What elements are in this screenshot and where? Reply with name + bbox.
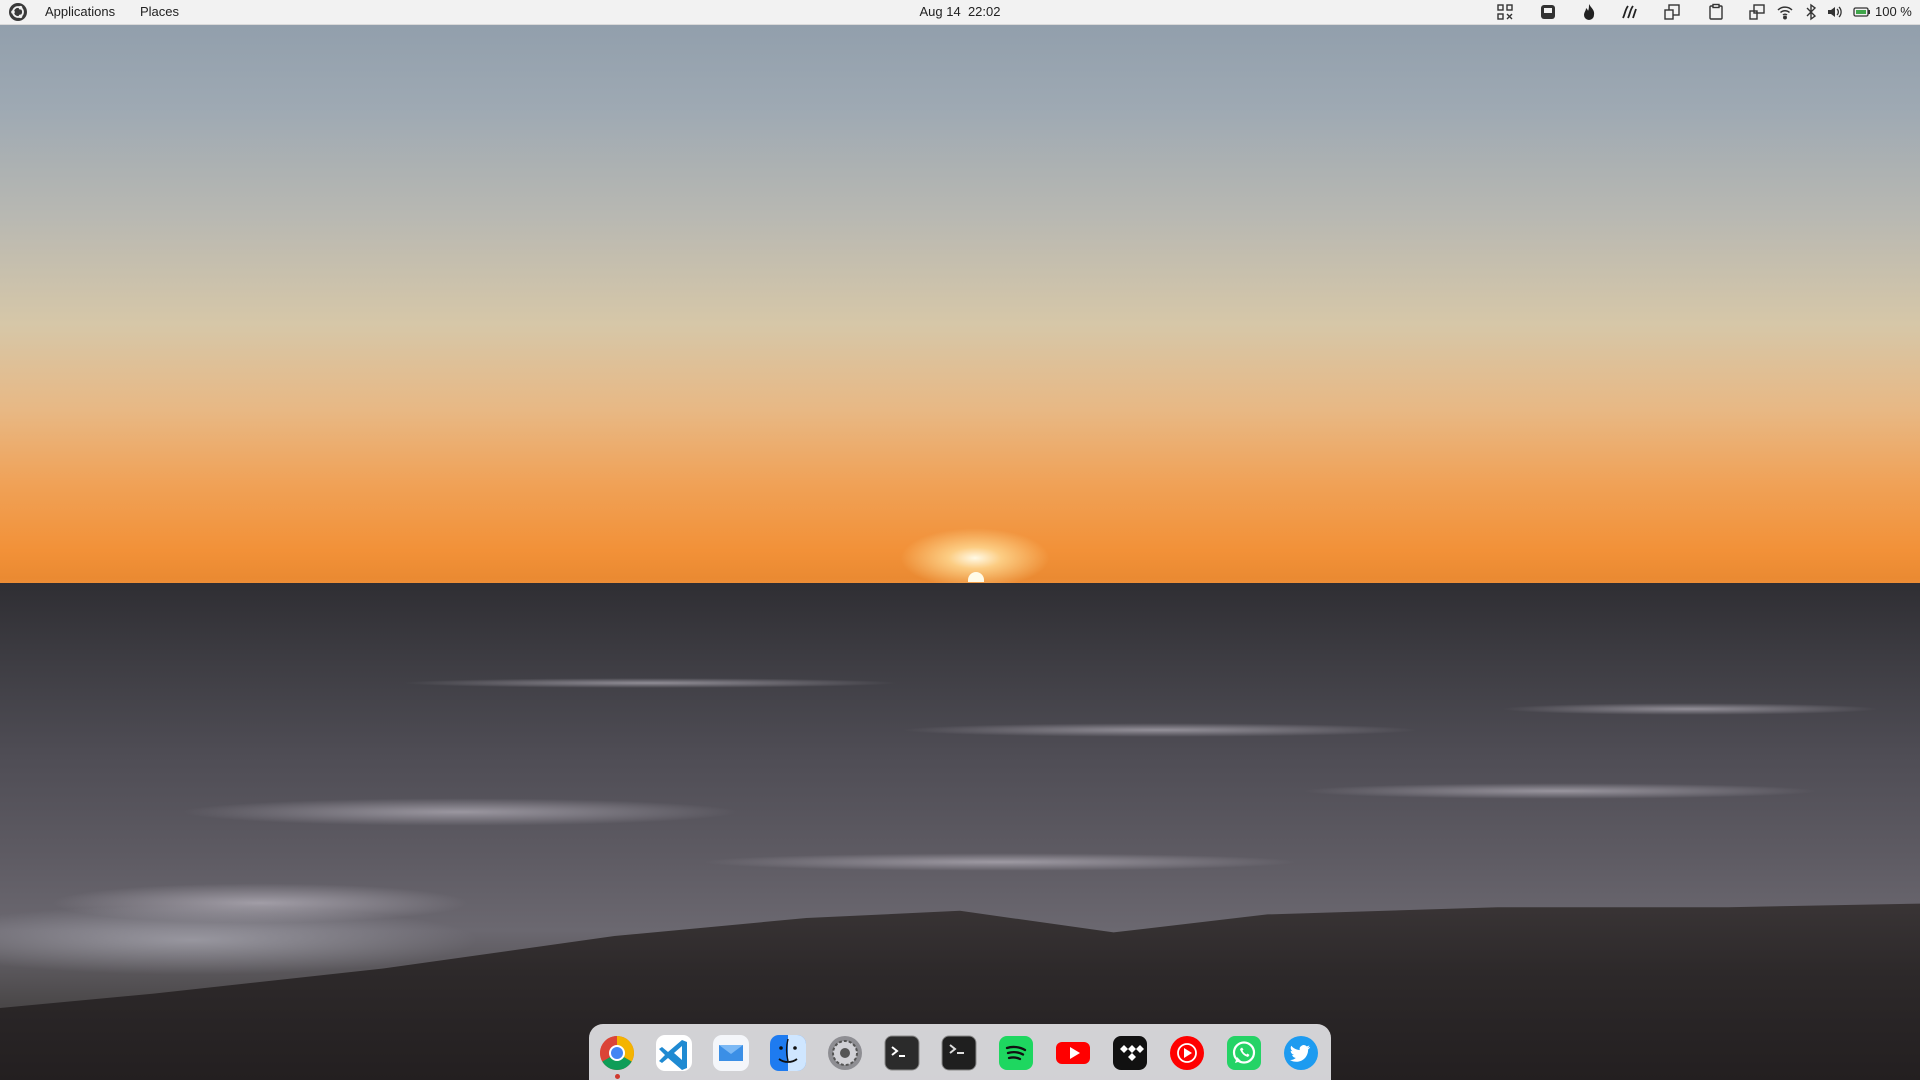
clipboard-icon[interactable] bbox=[1707, 3, 1725, 21]
whatsapp-icon[interactable] bbox=[1224, 1033, 1264, 1073]
settings-icon[interactable] bbox=[825, 1033, 865, 1073]
youtube-icon[interactable] bbox=[1053, 1033, 1093, 1073]
ubuntu-logo-icon[interactable] bbox=[8, 2, 28, 22]
clock-date[interactable]: Aug 14 bbox=[920, 4, 961, 19]
places-menu[interactable]: Places bbox=[140, 0, 179, 24]
chrome-icon[interactable] bbox=[597, 1033, 637, 1073]
spotify-icon[interactable] bbox=[996, 1033, 1036, 1073]
window-icon[interactable] bbox=[1663, 3, 1681, 21]
mail-icon[interactable] bbox=[711, 1033, 751, 1073]
battery-percent: 100 % bbox=[1875, 4, 1912, 19]
volume-icon[interactable] bbox=[1826, 3, 1844, 21]
bluetooth-icon[interactable] bbox=[1802, 3, 1820, 21]
shore-foam bbox=[0, 905, 480, 975]
wifi-icon[interactable] bbox=[1776, 3, 1794, 21]
youtube-music-icon[interactable] bbox=[1167, 1033, 1207, 1073]
desktop-wallpaper bbox=[0, 0, 1920, 1080]
vscode-icon[interactable] bbox=[654, 1033, 694, 1073]
sun bbox=[968, 572, 984, 582]
flame-icon[interactable] bbox=[1580, 3, 1598, 21]
tidal-icon[interactable] bbox=[1110, 1033, 1150, 1073]
terminal-icon[interactable] bbox=[882, 1033, 922, 1073]
terminal-alt-icon[interactable] bbox=[939, 1033, 979, 1073]
battery-icon bbox=[1853, 3, 1871, 21]
twitter-icon[interactable] bbox=[1281, 1033, 1321, 1073]
screen-share-icon[interactable] bbox=[1748, 3, 1766, 21]
grid-icon[interactable] bbox=[1496, 3, 1514, 21]
finder-icon[interactable] bbox=[768, 1033, 808, 1073]
clock-time[interactable]: 22:02 bbox=[968, 4, 1001, 19]
applications-menu[interactable]: Applications bbox=[45, 0, 115, 24]
top-panel: Applications Places Aug 14 22:02 100 % bbox=[0, 0, 1920, 25]
dock bbox=[589, 1024, 1331, 1080]
steam-icon[interactable] bbox=[1620, 3, 1638, 21]
inbox-icon[interactable] bbox=[1539, 3, 1557, 21]
running-indicator bbox=[615, 1074, 620, 1079]
